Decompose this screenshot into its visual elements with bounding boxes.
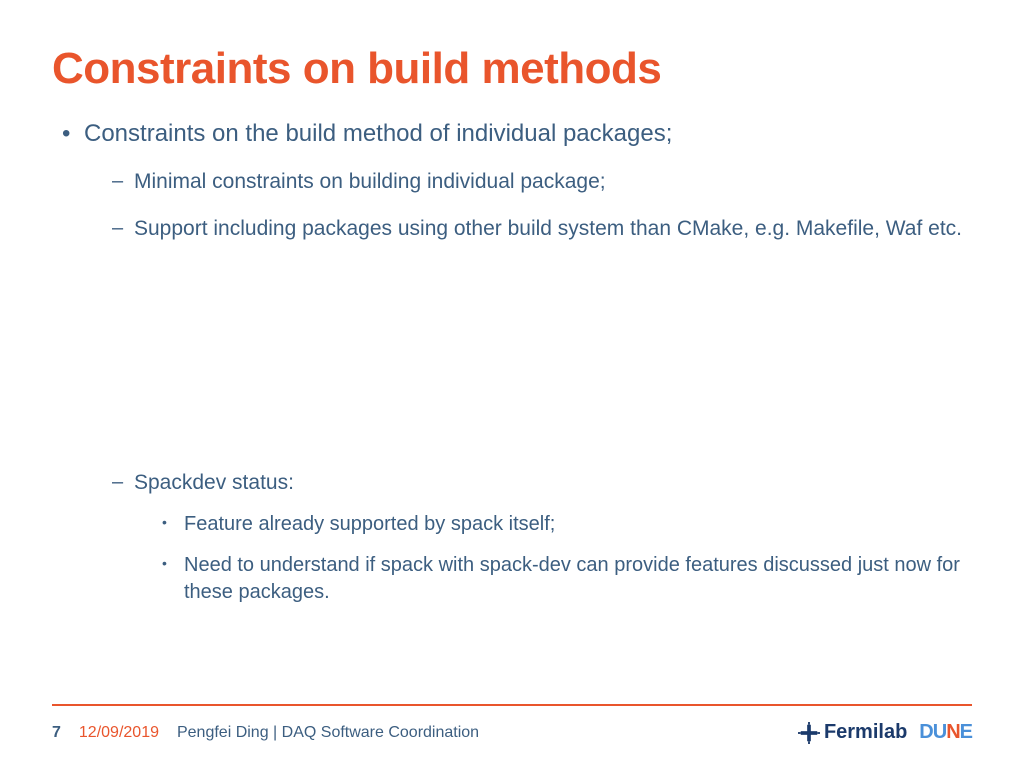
dune-d: D [919, 721, 932, 743]
spacer [84, 261, 972, 451]
footer-date: 12/09/2019 [79, 724, 159, 742]
bullet-text: Feature already supported by spack itsel… [184, 513, 555, 535]
bullet-text: Need to understand if spack with spack-d… [184, 554, 960, 603]
dune-u: U [933, 721, 946, 743]
fermilab-logo: Fermilab [798, 721, 907, 744]
sub-sub-bullet-list: Feature already supported by spack itsel… [134, 511, 972, 606]
bullet-text: Support including packages using other b… [134, 217, 962, 240]
bullet-list: Constraints on the build method of indiv… [52, 118, 972, 606]
sub-sub-bullet-item: Feature already supported by spack itsel… [162, 511, 972, 538]
sub-sub-bullet-item: Need to understand if spack with spack-d… [162, 552, 972, 606]
sub-bullet-list: Spackdev status: Feature already support… [84, 469, 972, 606]
footer-author: Pengfei Ding | DAQ Software Coordination [177, 724, 479, 742]
bullet-text: Minimal constraints on building individu… [134, 170, 606, 193]
bullet-text: Constraints on the build method of indiv… [84, 120, 672, 147]
slide-title: Constraints on build methods [52, 44, 972, 94]
dune-e: E [960, 721, 972, 743]
sub-bullet-item: Spackdev status: Feature already support… [112, 469, 972, 606]
footer-divider [52, 704, 972, 706]
fermilab-text: Fermilab [824, 721, 907, 744]
sub-bullet-item: Support including packages using other b… [112, 215, 972, 243]
slide: Constraints on build methods Constraints… [0, 0, 1024, 768]
dune-logo: DUNE [919, 721, 972, 744]
sub-bullet-item: Minimal constraints on building individu… [112, 168, 972, 196]
dune-n: N [946, 721, 959, 744]
page-number: 7 [52, 724, 61, 742]
sub-bullet-list: Minimal constraints on building individu… [84, 168, 972, 243]
fermilab-mark-icon [798, 722, 820, 744]
footer: 7 12/09/2019 Pengfei Ding | DAQ Software… [52, 721, 972, 744]
logo-group: Fermilab DUNE [798, 721, 972, 744]
bullet-item: Constraints on the build method of indiv… [62, 118, 972, 606]
bullet-text: Spackdev status: [134, 471, 294, 494]
slide-content: Constraints on the build method of indiv… [52, 118, 972, 606]
